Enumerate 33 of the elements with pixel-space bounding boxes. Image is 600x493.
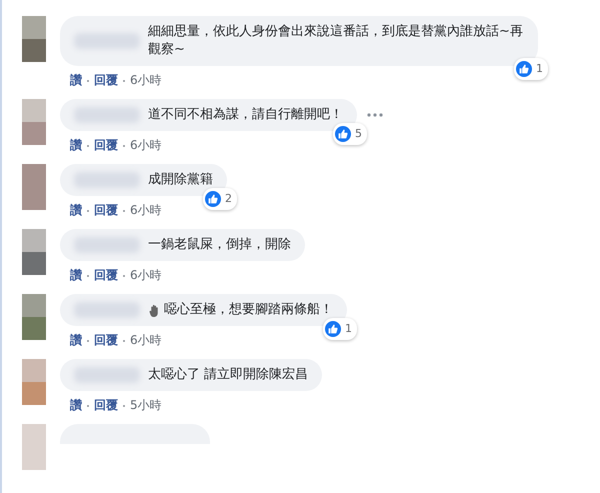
reaction-badge[interactable]: 5 — [333, 123, 367, 145]
comment-time[interactable]: 6小時 — [130, 137, 162, 154]
comment-text: 噁心至極，想要腳踏兩條船！ — [164, 301, 333, 319]
comment-text: 成開除黨籍 — [148, 171, 213, 189]
comment-action-link[interactable]: 讚 — [70, 202, 82, 219]
comment-text: 細細思量，依此人身份會出來說這番話，到底是替黨內誰放話~再觀察~ — [148, 23, 524, 59]
comment-action-link[interactable]: 讚 — [70, 267, 82, 284]
comment-action-link[interactable]: 回覆 — [94, 397, 118, 414]
like-icon — [205, 191, 221, 207]
more-icon[interactable] — [367, 113, 383, 117]
like-icon — [335, 126, 351, 142]
comment-action-link[interactable]: 回覆 — [94, 72, 118, 89]
comment-action-link[interactable]: 回覆 — [94, 202, 118, 219]
reaction-badge[interactable]: 1 — [514, 58, 548, 80]
comment-time[interactable]: 6小時 — [130, 72, 162, 89]
comment-time[interactable]: 6小時 — [130, 267, 162, 284]
reaction-badge[interactable]: 1 — [323, 318, 357, 340]
comment-time[interactable]: 6小時 — [130, 332, 162, 349]
comment-text: 道不同不相為謀，請自行離開吧！ — [148, 106, 343, 124]
comment-action-link[interactable]: 讚 — [70, 72, 82, 89]
comment-action-link[interactable]: 讚 — [70, 397, 82, 414]
comment-text: 太噁心了 請立即開除陳宏昌 — [148, 366, 308, 384]
like-icon — [516, 61, 532, 77]
comment-text: 一鍋老鼠屎，倒掉，開除 — [148, 236, 291, 254]
comment-time[interactable]: 6小時 — [130, 202, 162, 219]
comment-action-link[interactable]: 讚 — [70, 137, 82, 154]
comment-action-link[interactable]: 回覆 — [94, 137, 118, 154]
reaction-badge[interactable]: 2 — [203, 188, 237, 210]
like-icon — [325, 321, 341, 337]
comment-action-link[interactable]: 讚 — [70, 332, 82, 349]
comment-time[interactable]: 5小時 — [130, 397, 162, 414]
comment-action-link[interactable]: 回覆 — [94, 267, 118, 284]
comment-action-link[interactable]: 回覆 — [94, 332, 118, 349]
